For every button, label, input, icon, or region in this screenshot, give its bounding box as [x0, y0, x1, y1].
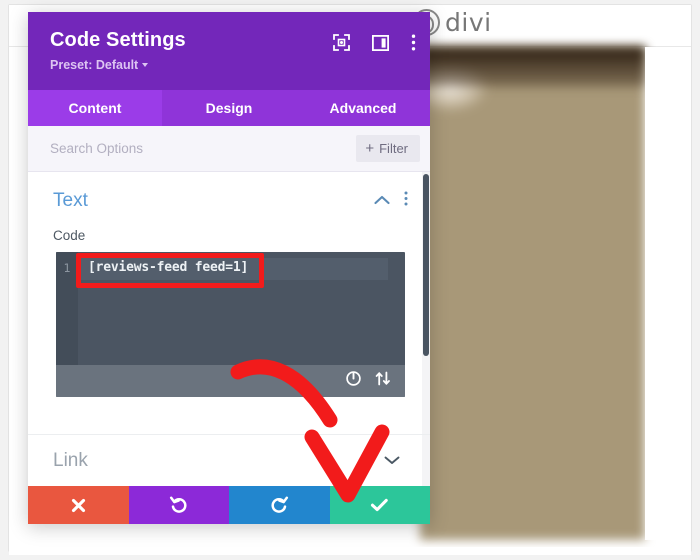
modal-body: Text Code 1 [reviews-feed feed=1] Link	[28, 172, 430, 486]
section-actions-text	[374, 191, 408, 211]
tab-design[interactable]: Design	[162, 90, 296, 126]
sort-updown-icon[interactable]	[375, 371, 391, 391]
divi-logo-text: divi	[445, 8, 492, 37]
filter-button[interactable]: + Filter	[356, 135, 420, 162]
section-title-link: Link	[53, 449, 88, 471]
chevron-down-icon[interactable]	[384, 452, 400, 470]
section-header-text: Text	[28, 172, 430, 212]
page-right-margin	[645, 47, 691, 540]
section-title-text: Text	[53, 190, 88, 211]
modal-footer	[28, 486, 430, 524]
preset-selector[interactable]: Preset: Default	[50, 58, 414, 72]
scrollbar-thumb[interactable]	[423, 174, 429, 356]
modal-tab-bar: Content Design Advanced	[28, 90, 430, 126]
redo-icon	[271, 496, 288, 513]
check-icon	[371, 498, 388, 512]
filter-button-label: Filter	[379, 141, 408, 156]
undo-button[interactable]	[128, 486, 229, 524]
more-vertical-icon[interactable]	[404, 191, 408, 211]
search-input[interactable]	[50, 141, 357, 156]
code-line-number: 1	[63, 261, 71, 275]
page-bottom-margin	[9, 547, 691, 555]
code-editor-toolbar	[56, 365, 405, 397]
code-field-label: Code	[53, 228, 86, 243]
close-icon	[71, 498, 85, 512]
header-icon-group	[333, 34, 416, 56]
cancel-button[interactable]	[28, 486, 129, 524]
layout-panel-icon[interactable]	[371, 34, 389, 56]
modal-header: Code Settings Preset: Default	[28, 12, 430, 90]
code-editor[interactable]: 1 [reviews-feed feed=1]	[56, 252, 405, 397]
chevron-down-icon	[142, 63, 149, 67]
redo-button[interactable]	[229, 486, 330, 524]
tab-advanced[interactable]: Advanced	[296, 90, 430, 126]
more-vertical-icon[interactable]	[411, 34, 416, 56]
undo-icon	[170, 496, 187, 513]
code-settings-modal: Code Settings Preset: Default Content De…	[28, 12, 430, 524]
blurred-food-photo	[420, 47, 645, 540]
search-row: + Filter	[28, 126, 430, 172]
save-button[interactable]	[329, 486, 430, 524]
code-shortcode-value[interactable]: [reviews-feed feed=1]	[88, 260, 248, 275]
power-icon[interactable]	[346, 371, 361, 391]
preset-label: Preset: Default	[50, 58, 139, 72]
chevron-up-icon[interactable]	[374, 192, 390, 210]
plus-icon: +	[365, 140, 375, 157]
focus-target-icon[interactable]	[333, 34, 350, 56]
blurred-food-photo-shadow	[420, 47, 645, 87]
tab-content[interactable]: Content	[28, 90, 162, 126]
section-header-link[interactable]: Link	[28, 434, 430, 486]
